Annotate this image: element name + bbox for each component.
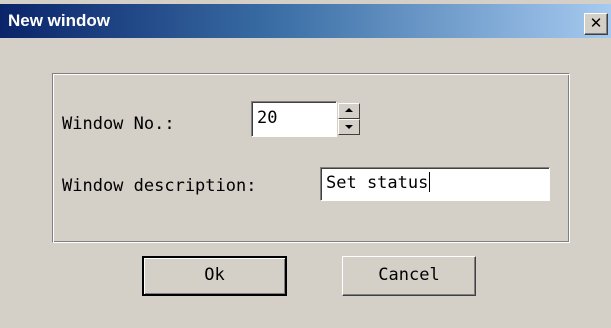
window-description-input[interactable]: Set status <box>320 167 550 201</box>
window-no-value: 20 <box>257 108 278 128</box>
window-description-label: Window description: <box>62 176 257 196</box>
spin-down-button[interactable] <box>338 119 360 135</box>
title-bar[interactable]: New window ✕ <box>0 4 611 38</box>
window-description-value: Set status <box>326 173 429 193</box>
new-window-dialog: New window ✕ Window No.: 20 Window descr… <box>0 0 611 328</box>
spin-down-icon <box>345 125 353 129</box>
close-icon: ✕ <box>589 14 603 32</box>
close-button[interactable]: ✕ <box>584 13 608 35</box>
cancel-button-label: Cancel <box>378 265 440 285</box>
spin-up-button[interactable] <box>338 103 360 119</box>
window-no-input[interactable]: 20 <box>251 101 337 137</box>
ok-button[interactable]: Ok <box>142 256 287 296</box>
form-group-box <box>52 73 570 243</box>
ok-button-label: Ok <box>204 265 225 285</box>
text-caret <box>429 172 431 192</box>
cancel-button[interactable]: Cancel <box>342 256 476 296</box>
window-title: New window <box>8 11 110 30</box>
window-no-label: Window No.: <box>62 114 175 134</box>
spin-up-icon <box>345 108 353 112</box>
